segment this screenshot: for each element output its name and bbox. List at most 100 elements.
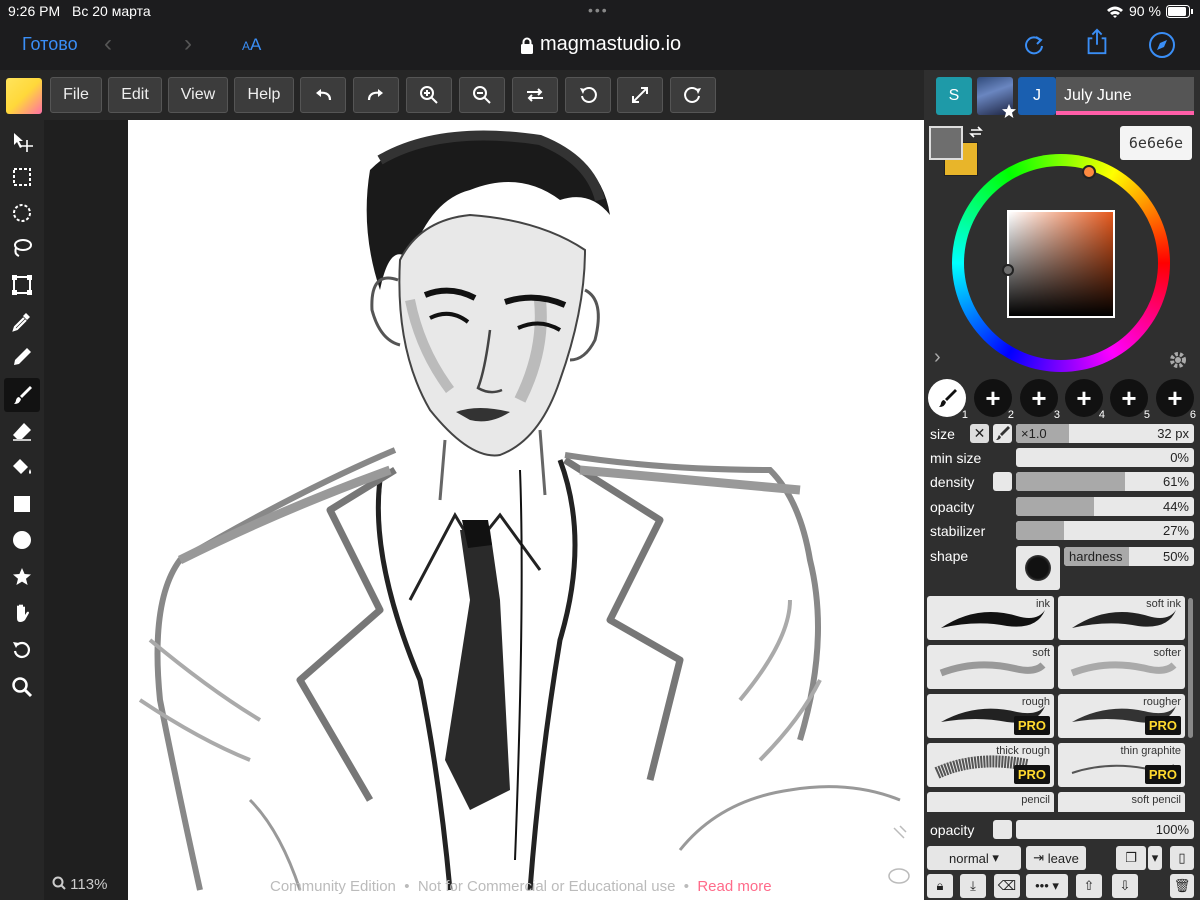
forward-chevron-icon[interactable]: › <box>184 30 192 58</box>
hex-color-input[interactable]: 6e6e6e <box>1120 126 1192 160</box>
brush-ink[interactable]: ink <box>927 596 1054 640</box>
size-brush-toggle[interactable] <box>993 424 1012 443</box>
user-avatar-s[interactable]: S <box>936 77 972 115</box>
brush-rougher[interactable]: rougher PRO <box>1058 694 1185 738</box>
opacity-slider[interactable]: 44% <box>1016 497 1194 516</box>
brush-slot-1[interactable]: 1 <box>928 379 968 421</box>
layer-opacity-toggle[interactable] <box>993 820 1012 839</box>
blend-mode-select[interactable]: normal ▾ <box>927 846 1021 870</box>
zoom-tool[interactable] <box>8 673 36 701</box>
lock-layer-button[interactable]: 🔒︎ <box>927 874 953 898</box>
lasso-tool[interactable] <box>8 234 36 262</box>
current-user-name[interactable]: July June <box>1056 77 1194 115</box>
shape-tool[interactable] <box>8 563 36 591</box>
brush-slot-3[interactable]: +3 <box>1020 379 1060 421</box>
redo-button[interactable] <box>353 77 399 113</box>
file-menu-button[interactable]: File <box>50 77 102 113</box>
size-slider[interactable]: ×1.0 32 px <box>1016 424 1194 443</box>
primary-color-swatch[interactable] <box>929 126 963 160</box>
reload-icon[interactable] <box>1020 31 1048 59</box>
min-size-slider[interactable]: 0% <box>1016 448 1194 467</box>
url-field[interactable]: magmastudio.io <box>540 33 681 56</box>
portrait-sketch <box>138 130 901 891</box>
brush-soft-pencil[interactable]: soft pencil <box>1058 792 1185 812</box>
brush-pencil[interactable]: pencil <box>927 792 1054 812</box>
hue-handle[interactable] <box>1082 165 1096 179</box>
fill-tool[interactable] <box>8 453 36 481</box>
import-image-button[interactable]: ⇧ <box>1076 874 1102 898</box>
merge-down-button[interactable]: ⤓ <box>960 874 986 898</box>
brush-softer[interactable]: softer <box>1058 645 1185 689</box>
saturation-handle[interactable] <box>1002 264 1014 276</box>
multitask-dots-icon[interactable]: ••• <box>588 2 609 18</box>
export-layer-button[interactable]: ⇩ <box>1112 874 1138 898</box>
compass-icon[interactable] <box>1148 31 1176 59</box>
brush-slot-4[interactable]: +4 <box>1065 379 1105 421</box>
swap-colors-icon[interactable] <box>968 124 984 140</box>
transform-tool[interactable] <box>8 271 36 299</box>
more-options-button[interactable]: ••• ▾ <box>1026 874 1068 898</box>
read-more-link[interactable]: Read more <box>697 878 771 895</box>
user-avatar-image[interactable] <box>977 77 1016 118</box>
edit-menu-button[interactable]: Edit <box>108 77 162 113</box>
brush-list-scrollbar[interactable] <box>1188 598 1193 738</box>
brush-slot-6[interactable]: +6 <box>1156 379 1196 421</box>
reader-text-button[interactable]: AA <box>242 35 261 55</box>
stabilizer-slider[interactable]: 27% <box>1016 521 1194 540</box>
brush-thin-graphite[interactable]: thin graphite PRO <box>1058 743 1185 787</box>
layer-opacity-slider[interactable]: 100% <box>1016 820 1194 839</box>
user-avatar-j[interactable]: J <box>1018 77 1056 115</box>
size-multiplier: ×1.0 <box>1021 426 1047 441</box>
chat-bubble-icon[interactable] <box>888 868 910 884</box>
brush-shape-preview[interactable] <box>1016 546 1060 590</box>
duplicate-layer-button[interactable]: ❐ <box>1116 846 1146 870</box>
zoom-level[interactable]: 113% <box>52 876 107 893</box>
fullscreen-button[interactable] <box>617 77 663 113</box>
expand-chevron-icon[interactable]: › <box>934 346 941 369</box>
density-slider[interactable]: 61% <box>1016 472 1194 491</box>
eyedropper-tool[interactable] <box>8 307 36 335</box>
delete-layer-button[interactable]: 🗑︎ <box>1170 874 1194 898</box>
brush-slot-2[interactable]: +2 <box>974 379 1014 421</box>
clear-layer-button[interactable]: ⌫ <box>994 874 1020 898</box>
move-tool[interactable] <box>8 128 36 156</box>
rect-select-tool[interactable] <box>8 163 36 191</box>
brush-rough[interactable]: rough PRO <box>927 694 1054 738</box>
flip-button[interactable] <box>512 77 558 113</box>
back-chevron-icon[interactable]: ‹ <box>104 30 112 58</box>
leave-button[interactable]: ⇥ leave <box>1026 846 1086 870</box>
ellipse-tool[interactable] <box>8 526 36 554</box>
rotate-right-button[interactable] <box>670 77 716 113</box>
settings-gear-icon[interactable] <box>1168 350 1188 370</box>
done-button[interactable]: Готово <box>22 34 78 55</box>
eraser-tool[interactable] <box>8 417 36 445</box>
brush-soft-ink[interactable]: soft ink <box>1058 596 1185 640</box>
share-icon[interactable] <box>1083 28 1111 56</box>
help-menu-button[interactable]: Help <box>234 77 294 113</box>
magma-logo[interactable] <box>6 78 42 114</box>
pencil-tool[interactable] <box>8 343 36 371</box>
saturation-square[interactable] <box>1007 210 1115 318</box>
ellipse-select-tool[interactable] <box>8 199 36 227</box>
layer-opacity-value: 100% <box>1155 822 1189 837</box>
zoom-out-button[interactable] <box>459 77 505 113</box>
size-pressure-toggle[interactable]: ✕ <box>970 424 989 443</box>
brush-slot-5[interactable]: +5 <box>1110 379 1150 421</box>
layer-menu-button[interactable]: ▾ <box>1148 846 1162 870</box>
brush-tool[interactable] <box>4 378 40 412</box>
rectangle-tool[interactable] <box>8 490 36 518</box>
rotate-view-tool[interactable] <box>8 636 36 664</box>
zoom-in-button[interactable] <box>406 77 452 113</box>
view-menu-button[interactable]: View <box>168 77 228 113</box>
density-toggle[interactable] <box>993 472 1012 491</box>
drawing-canvas[interactable] <box>128 120 924 900</box>
rotate-left-button[interactable] <box>565 77 611 113</box>
hardness-slider[interactable]: hardness 50% <box>1064 547 1194 566</box>
more-icon: ••• ▾ <box>1035 878 1059 893</box>
phone-icon[interactable] <box>893 825 907 839</box>
new-layer-button[interactable]: ▯ <box>1170 846 1194 870</box>
brush-thick-rough[interactable]: thick rough PRO <box>927 743 1054 787</box>
brush-soft[interactable]: soft <box>927 645 1054 689</box>
undo-button[interactable] <box>300 77 346 113</box>
hand-tool[interactable] <box>8 599 36 627</box>
